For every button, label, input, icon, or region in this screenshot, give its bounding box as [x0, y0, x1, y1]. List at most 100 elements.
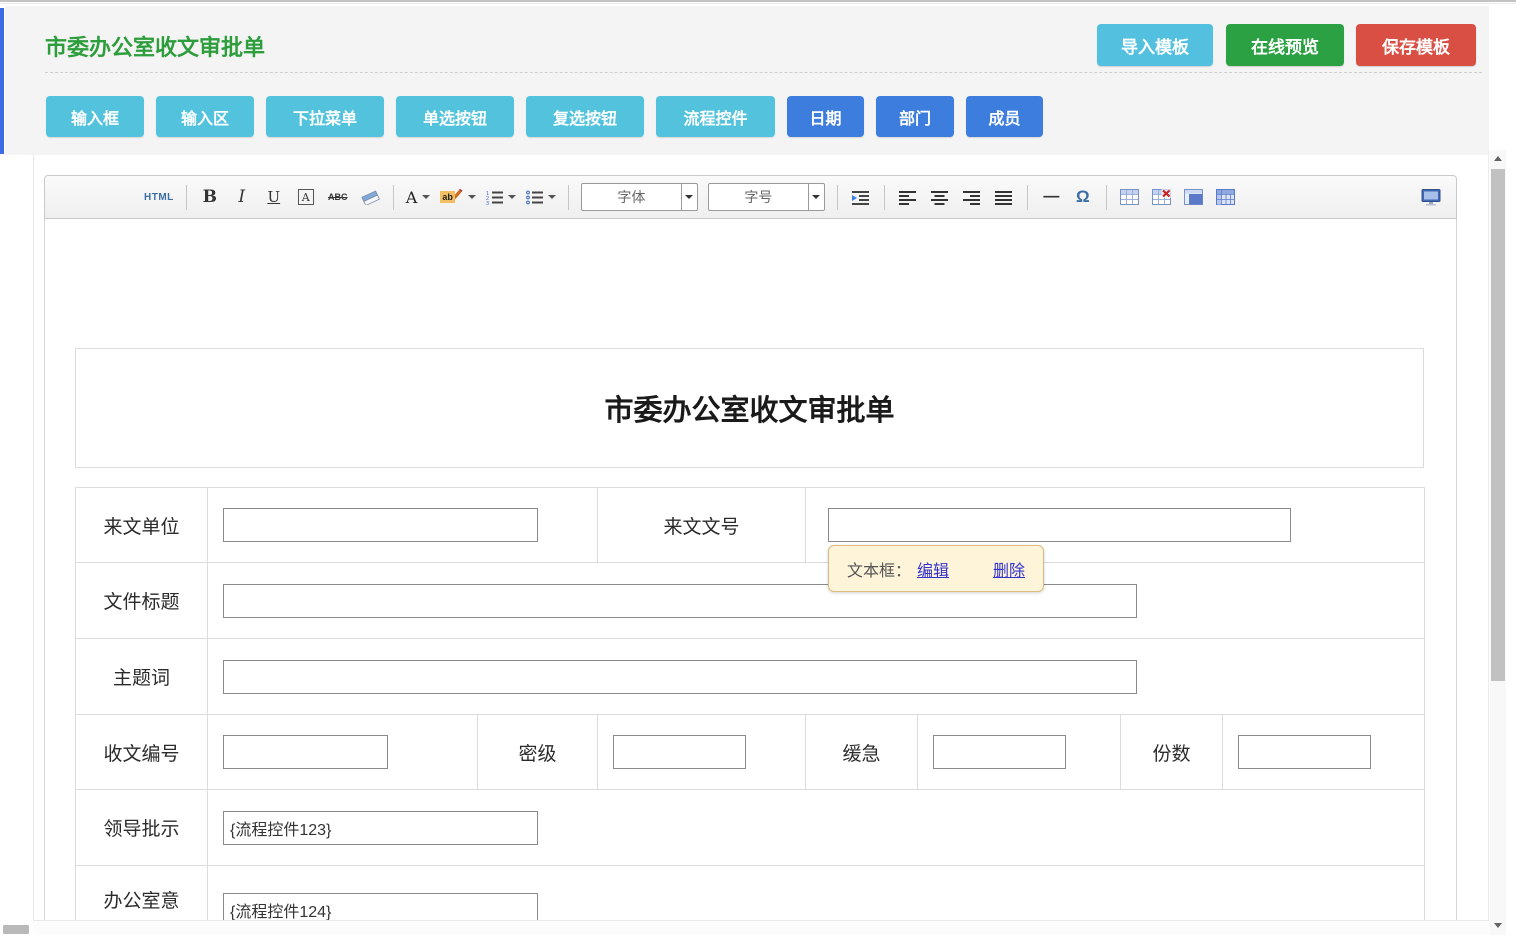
remove-format-button[interactable]: [359, 184, 381, 210]
table-props-button[interactable]: [1215, 184, 1237, 210]
align-right-button[interactable]: [961, 184, 983, 210]
edit-widget-link[interactable]: 编辑: [917, 557, 949, 581]
subject-words-input[interactable]: [223, 660, 1137, 694]
monitor-icon: [1421, 189, 1441, 206]
align-left-button[interactable]: [897, 184, 919, 210]
horizontal-scrollbar-thumb[interactable]: [3, 925, 29, 934]
fullscreen-button[interactable]: [1420, 184, 1442, 210]
delete-table-icon: [1152, 189, 1171, 205]
highlight-icon: ab: [440, 191, 455, 203]
align-justify-button[interactable]: [993, 184, 1015, 210]
align-left-icon: [899, 190, 916, 205]
align-right-icon: [963, 190, 980, 205]
italic-icon: I: [238, 187, 245, 207]
align-center-button[interactable]: [929, 184, 951, 210]
form-title-box: 市委办公室收文审批单: [75, 348, 1424, 468]
font-color-button[interactable]: A: [406, 184, 431, 210]
add-textarea-button[interactable]: 输入区: [156, 96, 254, 137]
table-row: 领导批示: [76, 790, 1425, 866]
field-label-doc-number: 来文文号: [598, 488, 806, 563]
add-radio-button[interactable]: 单选按钮: [396, 96, 514, 137]
boxed-a-icon: A: [298, 189, 314, 205]
combo-arrow[interactable]: [681, 184, 697, 210]
doc-number-input[interactable]: [828, 508, 1291, 542]
table-row: 收文编号 密级 缓急 份数: [76, 715, 1425, 790]
html-source-icon: HTML: [144, 192, 174, 203]
table-props-icon: [1216, 189, 1235, 205]
page-title: 市委办公室收文审批单: [45, 30, 265, 62]
vertical-scrollbar[interactable]: [1490, 150, 1506, 935]
special-char-button[interactable]: Ω: [1072, 184, 1094, 210]
strikethrough-button[interactable]: ABC: [327, 184, 349, 210]
online-preview-button[interactable]: 在线预览: [1226, 24, 1344, 66]
font-family-select[interactable]: 字体: [581, 183, 698, 211]
add-input-box-button[interactable]: 输入框: [46, 96, 144, 137]
receipt-number-input[interactable]: [223, 735, 388, 769]
editor-toolbar: HTML B I U A ABC A ab 123 字体 字号: [44, 175, 1457, 219]
dropdown-caret-icon: [548, 195, 556, 199]
rich-text-editor: HTML B I U A ABC A ab 123 字体 字号: [44, 175, 1457, 920]
toolbar-separator: [568, 185, 569, 210]
window-top-border-light: [0, 3, 1516, 4]
font-size-select[interactable]: 字号: [708, 183, 825, 211]
field-label-urgency: 缓急: [806, 715, 918, 790]
combo-arrow[interactable]: [808, 184, 824, 210]
vertical-scrollbar-thumb[interactable]: [1491, 169, 1505, 681]
ordered-list-button[interactable]: 123: [486, 184, 516, 210]
left-edge-fragment: [0, 8, 4, 154]
char-border-button[interactable]: A: [295, 184, 317, 210]
field-label-subject-words: 主题词: [76, 639, 208, 715]
copies-input[interactable]: [1238, 735, 1371, 769]
table-row: 来文单位 来文文号: [76, 488, 1425, 563]
header-divider: [45, 72, 1482, 73]
horizontal-rule-icon: —: [1043, 188, 1058, 206]
delete-widget-link[interactable]: 删除: [993, 557, 1025, 581]
add-flow-control-button[interactable]: 流程控件: [656, 96, 775, 137]
field-label-receipt-number: 收文编号: [76, 715, 208, 790]
urgency-input[interactable]: [933, 735, 1066, 769]
import-template-button[interactable]: 导入模板: [1097, 24, 1213, 66]
italic-button[interactable]: I: [231, 184, 253, 210]
control-button-row: 输入框 输入区 下拉菜单 单选按钮 复选按钮 流程控件 日期 部门 成员: [46, 96, 1043, 137]
editor-panel-left-border: [33, 155, 34, 920]
office-opinion-input[interactable]: [223, 893, 538, 920]
font-color-icon: A: [406, 188, 418, 207]
toolbar-separator: [186, 185, 187, 210]
dropdown-caret-icon: [468, 195, 476, 199]
underline-icon: U: [267, 188, 280, 206]
editor-canvas[interactable]: 市委办公室收文审批单 来文单位 来文文号 文件标题 主题词 收文编: [44, 219, 1457, 920]
toolbar-separator: [393, 185, 394, 210]
source-code-button[interactable]: HTML: [144, 184, 174, 210]
add-checkbox-button[interactable]: 复选按钮: [526, 96, 644, 137]
highlight-color-button[interactable]: ab: [440, 184, 476, 210]
incoming-unit-input[interactable]: [223, 508, 538, 542]
table-row: 文件标题: [76, 563, 1425, 639]
add-dropdown-button[interactable]: 下拉菜单: [266, 96, 384, 137]
table-cell-icon: [1184, 189, 1203, 205]
scroll-down-button[interactable]: [1490, 917, 1506, 934]
scroll-up-button[interactable]: [1490, 150, 1506, 167]
delete-table-button[interactable]: [1151, 184, 1173, 210]
security-level-input[interactable]: [613, 735, 746, 769]
horizontal-scrollbar-track: [33, 920, 1489, 935]
bold-button[interactable]: B: [199, 184, 221, 210]
underline-button[interactable]: U: [263, 184, 285, 210]
add-department-button[interactable]: 部门: [876, 96, 954, 137]
font-size-label: 字号: [709, 184, 808, 210]
indent-button[interactable]: [850, 184, 872, 210]
save-template-button[interactable]: 保存模板: [1356, 24, 1476, 66]
leader-instructions-input[interactable]: [223, 811, 538, 845]
align-center-icon: [931, 190, 948, 205]
horizontal-rule-button[interactable]: —: [1040, 184, 1062, 210]
eraser-icon: [360, 190, 380, 205]
unordered-list-icon: [526, 190, 543, 205]
unordered-list-button[interactable]: [526, 184, 556, 210]
ordered-list-icon: 123: [486, 190, 503, 205]
bold-icon: B: [203, 187, 217, 207]
add-date-button[interactable]: 日期: [787, 96, 864, 137]
add-member-button[interactable]: 成员: [966, 96, 1043, 137]
approval-form-table: 来文单位 来文文号 文件标题 主题词 收文编号 密级 缓急 份数: [75, 487, 1425, 920]
indent-icon: [852, 190, 869, 205]
table-cell-props-button[interactable]: [1183, 184, 1205, 210]
insert-table-button[interactable]: [1119, 184, 1141, 210]
